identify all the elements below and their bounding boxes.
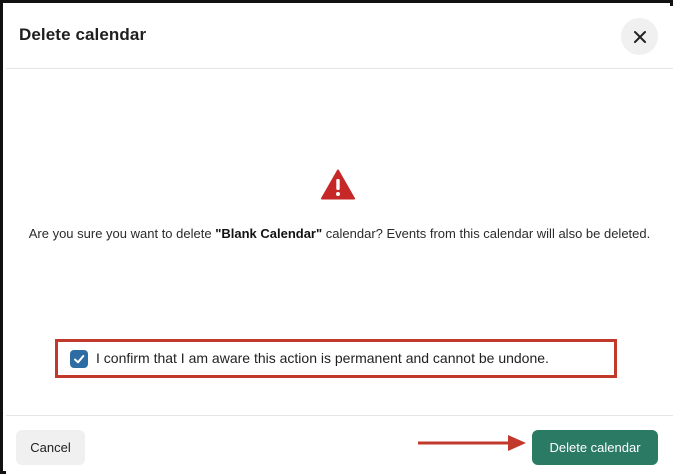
dialog-body: Are you sure you want to delete "Blank C… <box>6 69 673 414</box>
dialog-header: Delete calendar <box>6 6 673 69</box>
confirm-label[interactable]: I confirm that I am aware this action is… <box>96 350 549 366</box>
delete-calendar-button[interactable]: Delete calendar <box>532 430 658 465</box>
screenshot-frame: Delete calendar Are you sure you want to… <box>0 0 673 474</box>
close-icon <box>633 30 646 43</box>
cancel-button[interactable]: Cancel <box>16 430 85 465</box>
message-prefix: Are you sure you want to delete <box>28 226 216 241</box>
dialog-footer: Cancel Delete calendar <box>6 415 673 475</box>
dialog-title: Delete calendar <box>19 25 147 44</box>
confirm-checkbox[interactable] <box>70 350 88 368</box>
annotation-arrow-icon <box>418 435 526 451</box>
delete-calendar-dialog: Delete calendar Are you sure you want to… <box>6 6 673 474</box>
checkmark-icon <box>74 355 85 364</box>
warning-triangle-icon <box>321 169 355 200</box>
calendar-name: "Blank Calendar" <box>215 226 323 241</box>
delete-confirmation-message: Are you sure you want to delete "Blank C… <box>26 222 653 246</box>
close-button[interactable] <box>621 18 658 55</box>
message-suffix: calendar? Events from this calendar will… <box>322 226 651 241</box>
confirm-highlight-box: I confirm that I am aware this action is… <box>55 339 617 378</box>
